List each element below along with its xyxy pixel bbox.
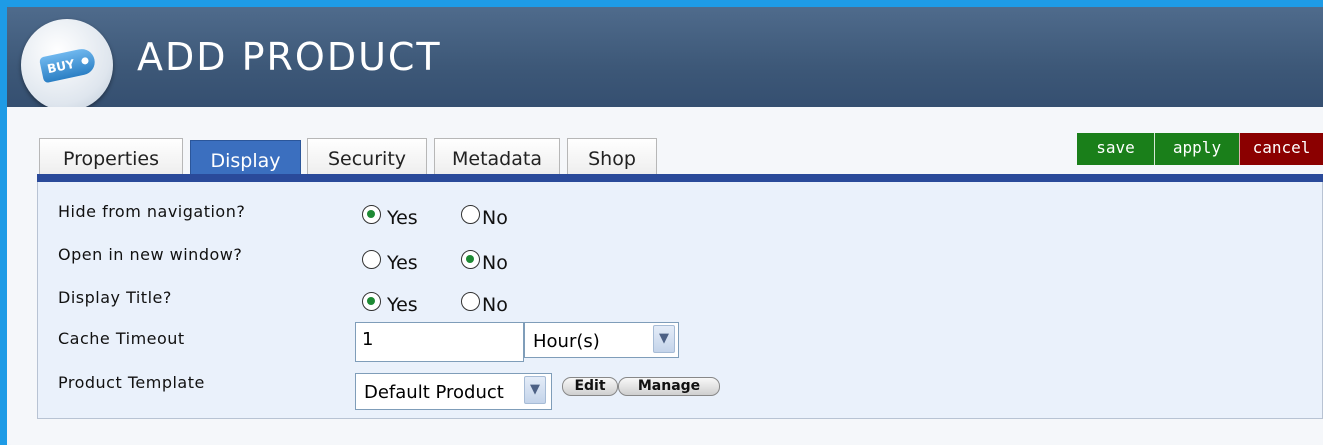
- product-template-select[interactable]: Default Product ▼: [355, 373, 552, 410]
- cache-unit-value: Hour(s): [533, 331, 600, 352]
- tab-underline: [37, 174, 1323, 182]
- save-button[interactable]: save: [1077, 133, 1154, 165]
- cache-timeout-input[interactable]: 1: [355, 322, 524, 362]
- logo-text: BUY: [38, 46, 98, 84]
- buy-tag-logo: BUY: [21, 19, 113, 111]
- open-new-yes-radio[interactable]: [362, 250, 381, 269]
- tab-shop[interactable]: Shop: [567, 138, 657, 178]
- hide-nav-yes-label: Yes: [387, 207, 418, 229]
- hide-nav-no-label: No: [482, 207, 508, 229]
- display-title-no-radio[interactable]: [461, 292, 480, 311]
- chevron-down-icon[interactable]: ▼: [653, 325, 675, 353]
- cache-unit-select[interactable]: Hour(s) ▼: [524, 322, 679, 358]
- chevron-down-icon[interactable]: ▼: [524, 376, 546, 404]
- open-new-no-radio[interactable]: [461, 250, 480, 269]
- open-new-window-label: Open in new window?: [58, 245, 243, 264]
- tab-security[interactable]: Security: [307, 138, 427, 178]
- display-title-label: Display Title?: [58, 288, 172, 307]
- hide-nav-yes-radio[interactable]: [362, 205, 381, 224]
- tab-metadata[interactable]: Metadata: [434, 138, 560, 178]
- hide-nav-label: Hide from navigation?: [58, 202, 246, 221]
- display-title-no-label: No: [482, 294, 508, 316]
- page-header: BUY ADD PRODUCT: [7, 7, 1323, 111]
- page-title: ADD PRODUCT: [137, 35, 442, 79]
- open-new-no-label: No: [482, 252, 508, 274]
- display-title-yes-radio[interactable]: [362, 292, 381, 311]
- open-new-yes-label: Yes: [387, 252, 418, 274]
- hide-nav-no-radio[interactable]: [461, 205, 480, 224]
- apply-button[interactable]: apply: [1154, 133, 1239, 165]
- tab-properties[interactable]: Properties: [39, 138, 183, 178]
- edit-template-button[interactable]: Edit: [562, 377, 618, 396]
- display-title-yes-label: Yes: [387, 294, 418, 316]
- product-template-label: Product Template: [58, 373, 205, 392]
- manage-templates-button[interactable]: Manage: [618, 377, 720, 396]
- cache-timeout-label: Cache Timeout: [58, 329, 185, 348]
- cancel-button[interactable]: cancel: [1239, 133, 1323, 165]
- product-template-value: Default Product: [364, 382, 504, 403]
- window-frame: BUY ADD PRODUCT Properties Display Secur…: [7, 7, 1323, 445]
